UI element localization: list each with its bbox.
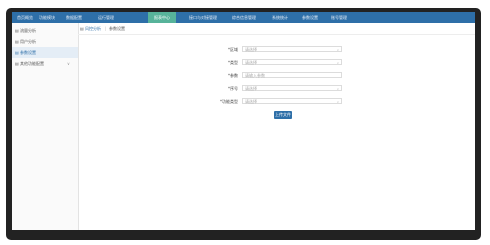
list-icon: ▤ xyxy=(15,28,19,33)
nav-item[interactable]: 功能模块 xyxy=(36,12,58,23)
type-select[interactable]: 请选择 ∨ xyxy=(242,59,342,65)
form-label: *功能类型 xyxy=(220,99,238,104)
sidebar-item-label: 参数设置 xyxy=(20,50,36,55)
nav-item[interactable]: 账号管理 xyxy=(326,12,352,23)
breadcrumb-separator: | xyxy=(105,26,107,31)
breadcrumb-item[interactable]: 参数设置 xyxy=(109,23,125,34)
breadcrumb: ▤ 风控分析 | 参数设置 xyxy=(78,23,475,35)
sidebar-item-expandable[interactable]: ▤ 其他功能配置 ∨ xyxy=(12,58,78,69)
sidebar-item-label: 其他功能配置 xyxy=(20,61,44,66)
form-label: *区域 xyxy=(228,47,238,52)
sidebar: ▤ 流量分析 ▤ 用户分析 ▤ 参数设置 ▤ 其他功能配置 ∨ xyxy=(12,23,79,230)
nav-item[interactable]: 运行管理 xyxy=(90,12,122,23)
list-icon: ▤ xyxy=(15,39,19,44)
list-icon: ▤ xyxy=(15,61,19,66)
nav-item[interactable]: 接口与对接管理 xyxy=(184,12,222,23)
sidebar-item-label: 用户分析 xyxy=(20,39,36,44)
chevron-down-icon: ∨ xyxy=(336,61,339,65)
form-label: *参数 xyxy=(228,73,238,78)
field-placeholder: 请选择 xyxy=(245,60,257,65)
chevron-down-icon: ∨ xyxy=(336,48,339,52)
field-placeholder: 请选择 xyxy=(245,47,257,52)
form-label: *类型 xyxy=(228,60,238,65)
field-placeholder: 请输入参数 xyxy=(245,73,265,78)
sequence-select[interactable]: 请选择 ∨ xyxy=(242,85,342,91)
sidebar-item-active[interactable]: ▤ 参数设置 xyxy=(12,47,78,58)
sidebar-item-label: 流量分析 xyxy=(20,28,36,33)
field-placeholder: 请选择 xyxy=(245,99,257,104)
chevron-down-icon: ∨ xyxy=(336,87,339,91)
chevron-down-icon: ∨ xyxy=(336,100,339,104)
function-type-select[interactable]: 请选择 ∨ xyxy=(242,98,342,104)
nav-item[interactable]: 首页概览 xyxy=(14,12,36,23)
nav-item-active[interactable]: 报表中心 xyxy=(148,12,176,23)
chevron-down-icon: ∨ xyxy=(67,61,70,66)
sidebar-item[interactable]: ▤ 流量分析 xyxy=(12,25,78,36)
region-select[interactable]: 请选择 ∨ xyxy=(242,46,342,52)
upload-button[interactable]: 上传文件 xyxy=(274,111,292,119)
breadcrumb-item[interactable]: 风控分析 xyxy=(85,23,101,34)
nav-item[interactable]: 数据配置 xyxy=(60,12,88,23)
list-icon: ▤ xyxy=(15,50,19,55)
form-label: *序号 xyxy=(228,86,238,91)
top-navigation: 首页概览 功能模块 数据配置 运行管理 报表中心 接口与对接管理 综合信息管理 … xyxy=(12,12,475,23)
breadcrumb-icon: ▤ xyxy=(80,26,84,31)
sidebar-item[interactable]: ▤ 用户分析 xyxy=(12,36,78,47)
nav-item[interactable]: 系统统计 xyxy=(266,12,294,23)
field-placeholder: 请选择 xyxy=(245,86,257,91)
app-screen: 首页概览 功能模块 数据配置 运行管理 报表中心 接口与对接管理 综合信息管理 … xyxy=(12,12,475,230)
device: 首页概览 功能模块 数据配置 运行管理 报表中心 接口与对接管理 综合信息管理 … xyxy=(0,0,490,245)
nav-item[interactable]: 参数设置 xyxy=(296,12,324,23)
parameter-input[interactable]: 请输入参数 xyxy=(242,72,342,78)
nav-item[interactable]: 综合信息管理 xyxy=(226,12,262,23)
